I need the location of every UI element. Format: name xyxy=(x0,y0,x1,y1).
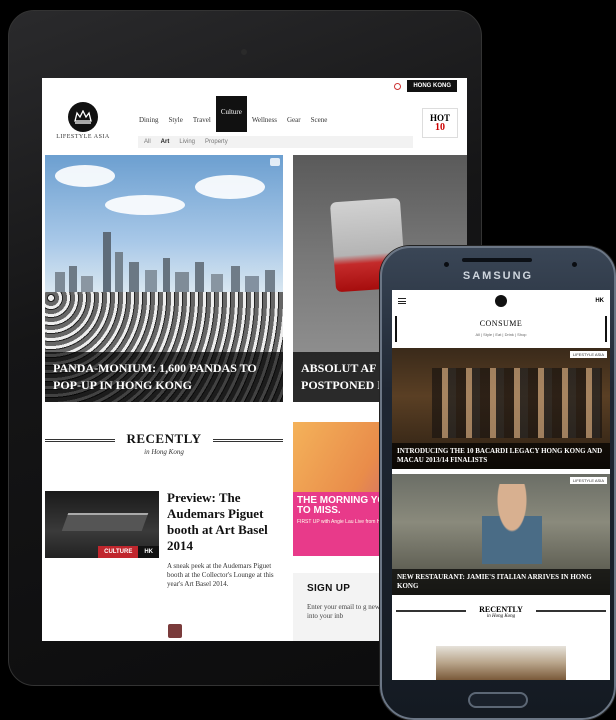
story-title[interactable]: INTRODUCING THE 10 BACARDI LEGACY HONG K… xyxy=(392,443,610,469)
nav-item-gear[interactable]: Gear xyxy=(282,108,306,132)
story-bacardi[interactable]: LIFESTYLE ASIA INTRODUCING THE 10 BACARD… xyxy=(392,348,610,469)
recently-header: RECENTLY in Hong Kong xyxy=(45,431,283,456)
home-button[interactable] xyxy=(468,692,528,708)
tablet-camera xyxy=(241,49,247,55)
article-title[interactable]: Preview: The Audemars Piguet booth at Ar… xyxy=(167,490,285,554)
phone-header: HK xyxy=(392,290,610,312)
phone-region[interactable]: HK xyxy=(595,298,604,304)
subnav-item-living[interactable]: Living xyxy=(179,139,195,145)
hero-title[interactable]: PANDA-MONIUM: 1,600 PANDAS TO POP-UP IN … xyxy=(45,352,283,402)
search-icon[interactable] xyxy=(394,82,402,90)
hero-story-panda[interactable]: PANDA-MONIUM: 1,600 PANDAS TO POP-UP IN … xyxy=(45,155,283,402)
subnav-item-property[interactable]: Property xyxy=(205,139,228,145)
crown-logo-icon xyxy=(68,102,98,132)
nav-item-dining[interactable]: Dining xyxy=(134,108,163,132)
phone-sensor xyxy=(444,262,449,267)
food-image[interactable] xyxy=(436,646,566,680)
top-utility-bar: HONG KONG xyxy=(42,78,467,94)
phone-device: SAMSUNG HK CONSUME All | Style | Eat | D… xyxy=(380,246,616,720)
crown-logo-icon[interactable] xyxy=(494,295,507,307)
recently-subtitle: in Hong Kong xyxy=(144,448,184,456)
region-tag[interactable]: HK xyxy=(138,546,159,558)
phone-screen: HK CONSUME All | Style | Eat | Drink | S… xyxy=(392,290,610,680)
nav-item-style[interactable]: Style xyxy=(163,108,187,132)
gallery-icon xyxy=(270,158,280,166)
phone-brand: SAMSUNG xyxy=(462,270,534,282)
subnav-item-art[interactable]: Art xyxy=(161,139,170,145)
skyline-image xyxy=(55,232,275,292)
nav-item-culture[interactable]: Culture xyxy=(215,96,247,132)
story-badge: LIFESTYLE ASIA xyxy=(569,477,607,484)
group-photo-image xyxy=(432,368,602,438)
logo-text: LIFESTYLE ASIA xyxy=(56,134,110,140)
section-header: CONSUME All | Style | Eat | Drink | Shop xyxy=(395,316,607,342)
hamburger-menu-icon[interactable] xyxy=(398,298,406,304)
recently-header: RECENTLY in Hong Kong xyxy=(392,605,610,619)
story-badge: LIFESTYLE ASIA xyxy=(569,351,607,358)
hot10-badge[interactable]: HOT 10 xyxy=(422,108,458,138)
author-avatar xyxy=(168,624,182,638)
chef-photo-image xyxy=(482,484,542,564)
region-selector[interactable]: HONG KONG xyxy=(407,80,457,92)
sub-navigation: All Art Living Property xyxy=(138,136,413,148)
recently-subtitle: in Hong Kong xyxy=(486,614,516,619)
phone-camera xyxy=(572,262,577,267)
section-title: CONSUME xyxy=(479,319,523,328)
hot10-ten: 10 xyxy=(435,122,445,133)
story-jamies-italian[interactable]: LIFESTYLE ASIA NEW RESTAURANT: JAMIE'S I… xyxy=(392,474,610,595)
category-tag[interactable]: CULTURE xyxy=(98,546,139,558)
story-title[interactable]: NEW RESTAURANT: JAMIE'S ITALIAN ARRIVES … xyxy=(392,569,610,595)
nav-item-scene[interactable]: Scene xyxy=(306,108,333,132)
main-navigation: Dining Style Travel Culture Wellness Gea… xyxy=(134,96,333,132)
subnav-item-all[interactable]: All xyxy=(144,139,151,145)
nav-item-wellness[interactable]: Wellness xyxy=(247,108,282,132)
section-filters[interactable]: All | Style | Eat | Drink | Shop xyxy=(397,332,605,337)
article-description: A sneak peek at the Audemars Piguet boot… xyxy=(167,562,274,588)
phone-speaker xyxy=(462,258,532,262)
nav-item-travel[interactable]: Travel xyxy=(188,108,216,132)
article-thumbnail[interactable]: CULTURE HK xyxy=(45,491,159,558)
site-logo[interactable]: LIFESTYLE ASIA xyxy=(48,102,118,140)
article-tags: CULTURE HK xyxy=(98,546,159,558)
